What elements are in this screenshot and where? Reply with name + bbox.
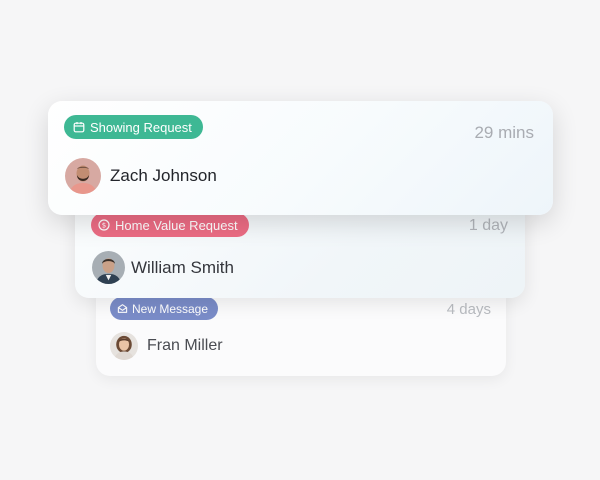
calendar-icon bbox=[73, 121, 85, 133]
showing-request-badge: Showing Request bbox=[64, 115, 203, 139]
contact-name: Fran Miller bbox=[147, 337, 223, 354]
home-value-request-badge: $ Home Value Request bbox=[91, 213, 249, 237]
avatar bbox=[92, 251, 125, 284]
avatar bbox=[65, 158, 101, 194]
new-message-badge: New Message bbox=[110, 297, 219, 320]
timestamp: 29 mins bbox=[474, 123, 534, 142]
contact: Fran Miller bbox=[110, 332, 223, 360]
badge-label: Home Value Request bbox=[115, 217, 238, 233]
envelope-icon bbox=[117, 303, 128, 314]
svg-text:$: $ bbox=[102, 222, 106, 230]
timestamp: 1 day bbox=[468, 217, 508, 234]
avatar bbox=[110, 332, 138, 360]
dollar-circle-icon: $ bbox=[98, 219, 110, 231]
contact-name: William Smith bbox=[131, 257, 234, 277]
contact-name: Zach Johnson bbox=[110, 166, 217, 185]
badge-label: New Message bbox=[132, 301, 209, 316]
badge-label: Showing Request bbox=[90, 119, 192, 135]
contact: Zach Johnson bbox=[65, 158, 217, 194]
timestamp: 4 days bbox=[446, 301, 491, 318]
contact: William Smith bbox=[92, 251, 234, 284]
notification-card-showing-request[interactable]: Showing Request 29 mins Zach Johnson bbox=[48, 101, 553, 215]
